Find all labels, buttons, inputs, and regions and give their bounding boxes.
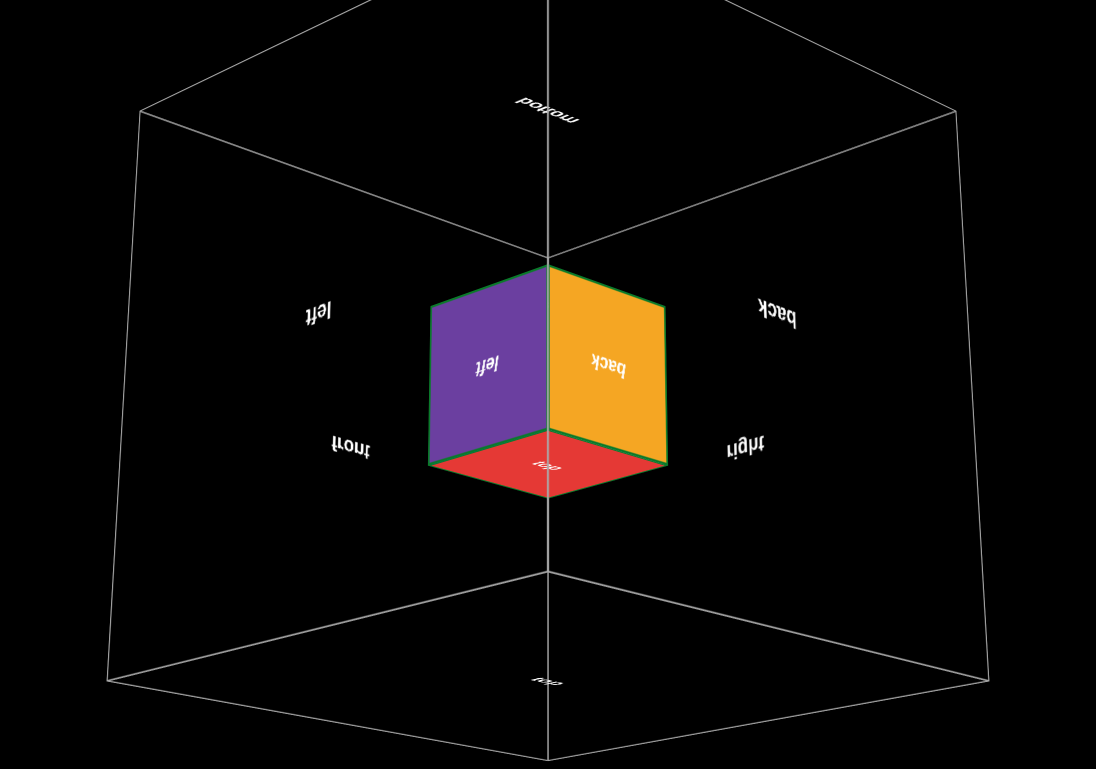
outer-label-back: back: [758, 291, 797, 333]
outer-label-left: left: [305, 294, 331, 331]
scene: front back right left top bottom front b…: [0, 0, 1096, 769]
outer-label-top: top: [524, 676, 572, 686]
outer-face-left: left: [107, 0, 548, 681]
outer-face-back: back: [548, 0, 989, 681]
outer-cube[interactable]: front back right left top bottom: [308, 19, 752, 723]
